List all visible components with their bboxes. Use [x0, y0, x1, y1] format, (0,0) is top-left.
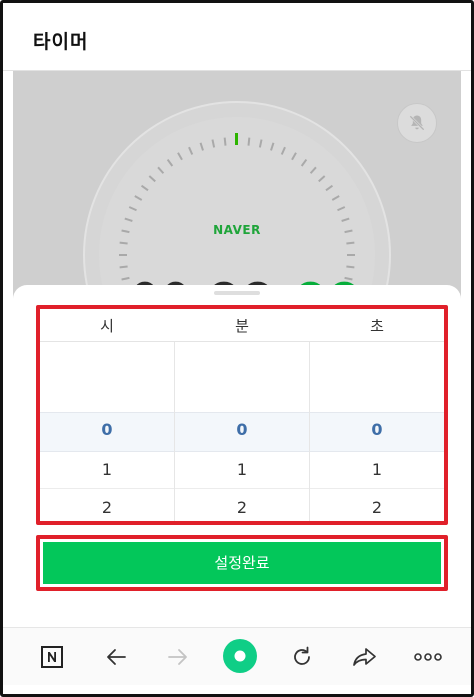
back-button[interactable]	[101, 642, 131, 672]
hours-option[interactable]: 1	[40, 460, 174, 479]
bell-off-icon	[409, 115, 425, 131]
seconds-wheel[interactable]: 0 1 2	[310, 342, 444, 521]
dial-tick	[148, 175, 156, 183]
hours-column-label: 시	[100, 317, 114, 335]
dial-tick	[347, 254, 355, 256]
naver-home-icon	[41, 646, 63, 668]
back-arrow-icon	[107, 649, 126, 665]
sheet-drag-handle[interactable]	[214, 291, 260, 295]
app-window: 타이머 NAVER 00:00:00 시 분 초	[0, 0, 474, 697]
dial-tick	[325, 184, 334, 192]
minutes-wheel[interactable]: 0 1 2	[175, 342, 309, 521]
dial-tick	[199, 142, 204, 151]
hours-option[interactable]: 2	[40, 498, 174, 517]
share-button[interactable]	[350, 642, 380, 672]
browser-toolbar	[3, 627, 471, 685]
dial-tick	[291, 152, 297, 161]
dial-tick	[235, 133, 238, 145]
dial-tick	[188, 146, 194, 155]
forward-arrow-icon	[168, 649, 187, 665]
dial-tick	[134, 195, 143, 201]
seconds-column-label: 초	[370, 317, 384, 335]
mute-button[interactable]	[397, 103, 437, 143]
dial-tick	[119, 254, 127, 256]
dial-tick	[309, 166, 317, 174]
more-icon	[414, 653, 442, 661]
minutes-option[interactable]: 2	[175, 498, 309, 517]
seconds-option[interactable]: 2	[310, 498, 444, 517]
hours-wheel[interactable]: 0 1 2	[40, 342, 174, 521]
green-circle-icon	[223, 639, 257, 673]
dial-tick	[247, 137, 251, 146]
naver-home-button[interactable]	[37, 642, 67, 672]
hours-option-selected[interactable]: 0	[40, 420, 174, 439]
forward-button[interactable]	[163, 642, 193, 672]
share-icon	[353, 648, 376, 666]
refresh-icon	[294, 646, 310, 665]
dial-tick	[177, 152, 183, 161]
brand-logo: NAVER	[213, 223, 261, 237]
seconds-option-selected[interactable]: 0	[310, 420, 444, 439]
minutes-option-selected[interactable]: 0	[175, 420, 309, 439]
dial-tick	[140, 184, 149, 192]
dial-tick	[300, 158, 308, 167]
dial-tick	[346, 241, 355, 245]
minutes-option[interactable]: 1	[175, 460, 309, 479]
minutes-column-label: 분	[235, 317, 249, 335]
dial-tick	[337, 206, 346, 212]
dial-tick	[166, 158, 174, 167]
more-button[interactable]	[413, 642, 443, 672]
seconds-option[interactable]: 1	[310, 460, 444, 479]
dial-tick	[331, 195, 340, 201]
dial-tick	[211, 139, 216, 148]
dial-tick	[346, 265, 355, 269]
dial-tick	[270, 142, 275, 151]
dial-tick	[341, 217, 350, 222]
dial-tick	[223, 137, 227, 146]
dial-tick	[280, 146, 286, 155]
dial-tick	[128, 206, 137, 212]
page-title: 타이머	[33, 31, 89, 53]
green-dot-button[interactable]	[222, 638, 258, 674]
dial-tick	[124, 217, 133, 222]
dial-tick	[318, 175, 326, 183]
time-picker: 시 분 초 0 1 2 0 1 2 0 1 2	[36, 305, 448, 525]
dial-tick	[119, 241, 128, 245]
dial-tick	[119, 265, 128, 269]
dial-tick	[157, 166, 165, 174]
confirm-settings-button[interactable]: 설정완료	[43, 542, 441, 584]
time-setting-sheet: 시 분 초 0 1 2 0 1 2 0 1 2 설정완료	[13, 285, 461, 627]
refresh-button[interactable]	[287, 642, 317, 672]
dial-tick	[258, 139, 263, 148]
header-bar: 타이머	[3, 3, 471, 71]
confirm-outline: 설정완료	[36, 535, 448, 591]
